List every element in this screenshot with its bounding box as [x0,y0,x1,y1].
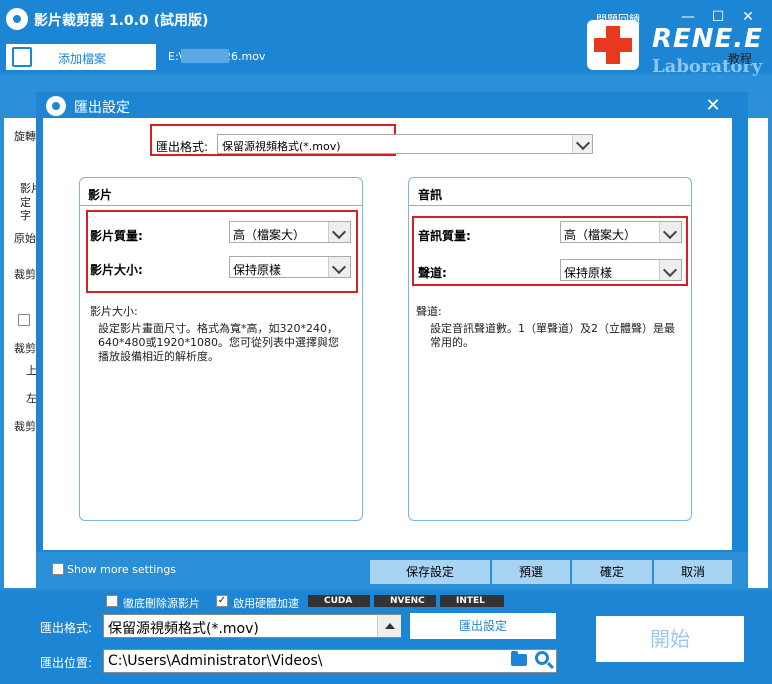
audio-quality-label: 音訊質量: [418,229,471,243]
left-panel-item: 原始 [14,232,36,245]
video-group-title: 影片 [88,188,113,202]
hw-accel-checkbox[interactable]: ✓ [216,595,228,607]
chevron-down-icon[interactable] [328,257,350,277]
export-format-value: 保留源視頻格式(*.mov) [108,621,259,637]
ok-button[interactable]: 確定 [572,560,652,584]
left-panel-checkbox[interactable] [18,314,30,326]
export-location-label: 匯出位置: [40,656,93,670]
video-quality-label: 影片質量: [90,229,143,243]
left-panel-item: 旋轉 [14,130,36,143]
left-panel-item: 字 [20,209,31,222]
audio-quality-value: 高（檔案大） [564,228,637,242]
chevron-down-icon[interactable] [328,222,350,242]
hw-accel-label: 啟用硬體加速 [233,597,299,610]
audio-group-header [409,178,691,206]
export-format-arrow[interactable] [377,615,401,637]
tutorial-label: 教程 [728,52,753,66]
dialog-title: 匯出設定 [74,100,130,116]
right-panel [748,118,768,588]
app-logo-icon [6,8,28,30]
folder-icon[interactable] [511,651,527,666]
audio-channel-value: 保持原樣 [564,266,613,280]
cancel-button[interactable]: 取消 [654,560,732,584]
add-file-icon [12,47,32,67]
dialog-close-icon[interactable]: ✕ [700,95,726,117]
video-desc-title: 影片大小: [90,305,138,318]
delete-source-checkbox[interactable] [106,595,118,607]
video-size-label: 影片大小: [90,263,143,277]
chevron-down-icon[interactable] [659,260,681,280]
intel-badge: INTEL [440,595,504,607]
left-panel-item: 裁剪 [14,268,36,281]
show-more-checkbox[interactable] [52,563,64,575]
audio-desc-body: 設定音訊聲道數。1（單聲道）及2（立體聲）是最常用的。 [430,322,675,349]
cuda-badge: CUDA [308,595,370,607]
search-icon[interactable] [535,651,549,665]
nvenc-badge: NVENC [374,595,436,607]
video-size-value: 保持原樣 [233,263,282,277]
logo-cross-horizontal [594,38,632,52]
preset-button[interactable]: 預選 [492,560,570,584]
audio-channel-label: 聲道: [418,266,447,280]
add-file-label: 添加檔案 [58,52,107,66]
delete-source-label: 徹底刪除源影片 [123,597,200,610]
left-panel-item: 裁剪 [14,420,36,433]
video-desc-body: 設定影片畫面尺寸。格式為寬*高，如320*240，640*480或1920*10… [98,322,339,363]
chevron-down-icon[interactable] [659,222,681,242]
export-location-value: C:\Users\Administrator\Videos\ [108,653,323,669]
audio-desc-title: 聲道: [416,305,442,318]
format-value: 保留源視頻格式(*.mov) [222,140,341,153]
save-settings-button[interactable]: 保存設定 [370,560,490,584]
format-label: 匯出格式: [156,140,209,154]
video-group-header [80,178,362,206]
show-more-label: Show more settings [67,563,177,576]
redaction-mask [181,49,229,63]
format-dropdown-arrow[interactable] [572,135,592,153]
audio-group-title: 音訊 [418,188,443,202]
start-button[interactable]: 開始 [596,616,744,662]
export-settings-button[interactable]: 匯出設定 [410,613,556,639]
video-quality-value: 高（檔案大） [233,228,306,242]
export-format-label: 匯出格式: [40,621,93,635]
dialog-logo-icon [46,96,66,116]
left-panel-item: 裁剪 [14,342,36,355]
app-title: 影片裁剪器 1.0.0 (試用版) [34,13,209,29]
